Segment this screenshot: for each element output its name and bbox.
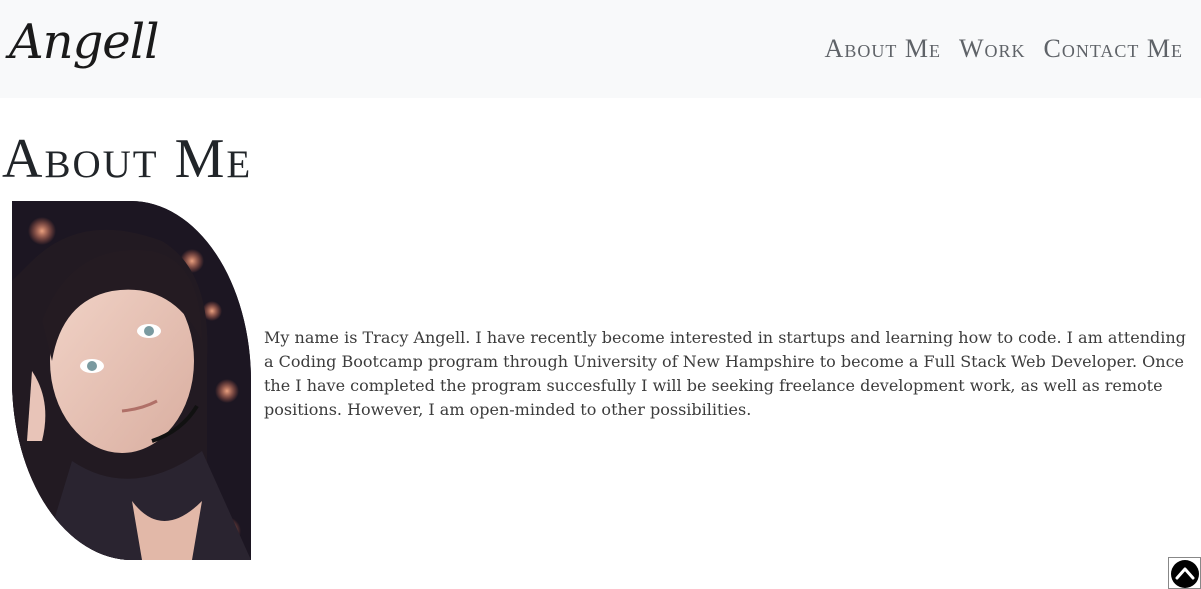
profile-photo xyxy=(12,201,251,560)
nav-link-work[interactable]: Work xyxy=(959,34,1026,64)
bio-text: My name is Tracy Angell. I have recently… xyxy=(264,328,1186,419)
scroll-to-top-button[interactable] xyxy=(1168,557,1201,589)
page-title: About Me xyxy=(2,128,253,190)
chevron-up-circle-icon xyxy=(1171,560,1199,588)
navbar: Angell About Me Work Contact Me xyxy=(0,0,1201,98)
brand-logo[interactable]: Angell xyxy=(9,14,159,72)
nav-link-about-me[interactable]: About Me xyxy=(825,34,941,64)
nav-link-contact-me[interactable]: Contact Me xyxy=(1043,34,1183,64)
nav-links: About Me Work Contact Me xyxy=(825,34,1183,64)
